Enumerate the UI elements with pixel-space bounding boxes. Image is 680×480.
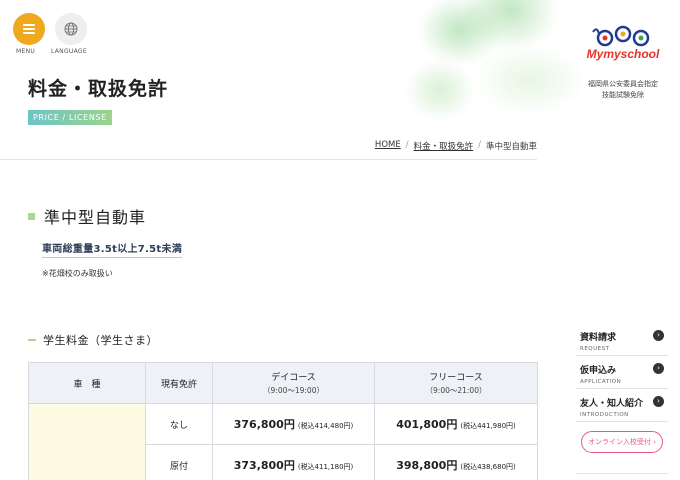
table-header-row: 車 種 現有免許 デイコース （9:00〜19:00） フリーコース （9:00… xyxy=(28,362,538,404)
sidebar-item-sublabel: APPLICATION xyxy=(580,379,622,385)
section-title: 準中型自動車 xyxy=(44,208,147,227)
sidebar-divider xyxy=(576,421,668,422)
free-price: 398,800円 xyxy=(396,459,458,472)
sidebar-item-introduction[interactable]: 友人・知人紹介 INTRODUCTION › xyxy=(580,396,666,418)
vehicle-weight-label: 車両総重量3.5t以上7.5t未満 xyxy=(42,240,183,258)
day-price: 376,800円 xyxy=(233,418,295,431)
student-fees-heading: 学生料金（学生さま） xyxy=(28,332,158,348)
page-title: 料金・取扱免許 xyxy=(28,78,169,100)
sidebar-item-application[interactable]: 仮申込み APPLICATION › xyxy=(580,363,666,385)
sidebar-divider xyxy=(576,473,668,474)
hamburger-icon xyxy=(23,24,35,34)
day-price-tax: (税込414,480円) xyxy=(297,422,354,430)
breadcrumb-separator: / xyxy=(478,140,481,150)
sidebar-divider xyxy=(576,388,668,389)
chevron-right-icon: › xyxy=(653,330,664,341)
free-price-tax: (税込441,980円) xyxy=(460,422,516,430)
globe-icon xyxy=(64,22,78,36)
language-label: LANGUAGE xyxy=(51,48,87,55)
free-course-hours: （9:00〜21:00） xyxy=(425,386,487,395)
free-price-tax: (税込438,680円) xyxy=(460,463,516,471)
logo-subtitle-line2: 技能試験免除 xyxy=(602,91,644,99)
free-course-label: フリーコース xyxy=(429,373,483,383)
header-free-course: フリーコース （9:00〜21:00） xyxy=(374,362,538,404)
sidebar-item-sublabel: INTRODUCTION xyxy=(580,412,629,418)
breadcrumb-price-license[interactable]: 料金・取扱免許 xyxy=(414,140,474,152)
car-type-cell xyxy=(28,403,146,480)
day-price: 373,800円 xyxy=(233,459,295,472)
logo-subtitle: 福岡県公安委員会指定 技能試験免除 xyxy=(580,79,666,101)
chevron-right-icon: › xyxy=(653,396,664,407)
breadcrumb: HOME / 料金・取扱免許 / 準中型自動車 xyxy=(375,140,537,152)
campus-note: ※花畑校のみ取扱い xyxy=(42,269,113,278)
day-price-cell: 373,800円 (税込411,180円) xyxy=(212,444,375,480)
header-day-course: デイコース （9:00〜19:00） xyxy=(212,362,375,404)
sidebar-item-sublabel: REQUEST xyxy=(580,346,610,352)
watercolor-decoration xyxy=(380,0,600,150)
section-heading: 準中型自動車 xyxy=(28,204,146,228)
breadcrumb-current: 準中型自動車 xyxy=(485,142,537,152)
square-bullet-icon xyxy=(28,212,35,220)
day-course-label: デイコース xyxy=(271,373,316,383)
svg-text:Mymyschool: Mymyschool xyxy=(587,47,660,61)
header-license: 現有免許 xyxy=(145,362,213,404)
online-enrollment-button[interactable]: オンライン入校受付 › xyxy=(581,431,663,453)
chevron-right-icon: › xyxy=(653,363,664,374)
breadcrumb-home[interactable]: HOME xyxy=(375,140,401,152)
day-course-hours: （9:00〜19:00） xyxy=(263,386,324,395)
header-divider xyxy=(0,159,537,160)
day-price-cell: 376,800円 (税込414,480円) xyxy=(212,403,375,445)
price-license-badge: PRICE / LICENSE xyxy=(28,110,112,125)
free-price-cell: 401,800円 (税込441,980円) xyxy=(374,403,538,445)
mymyschool-logo[interactable]: Mymyschool xyxy=(583,24,663,74)
breadcrumb-separator: / xyxy=(405,140,409,150)
table-row: なし 376,800円 (税込414,480円) 401,800円 (税込441,9… xyxy=(28,403,538,480)
sidebar-divider xyxy=(576,355,668,356)
menu-button[interactable] xyxy=(13,13,45,45)
sidebar-item-request[interactable]: 資料請求 REQUEST › xyxy=(580,330,666,352)
free-price: 401,800円 xyxy=(396,418,458,431)
license-cell: なし xyxy=(145,403,213,445)
dash-bullet-icon xyxy=(28,339,36,341)
header-car-type: 車 種 xyxy=(28,362,146,404)
language-button[interactable] xyxy=(55,13,87,45)
logo-subtitle-line1: 福岡県公安委員会指定 xyxy=(588,80,658,88)
license-cell: 原付 xyxy=(145,444,213,480)
day-price-tax: (税込411,180円) xyxy=(297,463,354,471)
student-fees-title: 学生料金（学生さま） xyxy=(43,334,158,347)
menu-label: MENU xyxy=(16,48,36,55)
free-price-cell: 398,800円 (税込438,680円) xyxy=(374,444,538,480)
fee-table: 車 種 現有免許 デイコース （9:00〜19:00） フリーコース （9:00… xyxy=(28,362,538,480)
